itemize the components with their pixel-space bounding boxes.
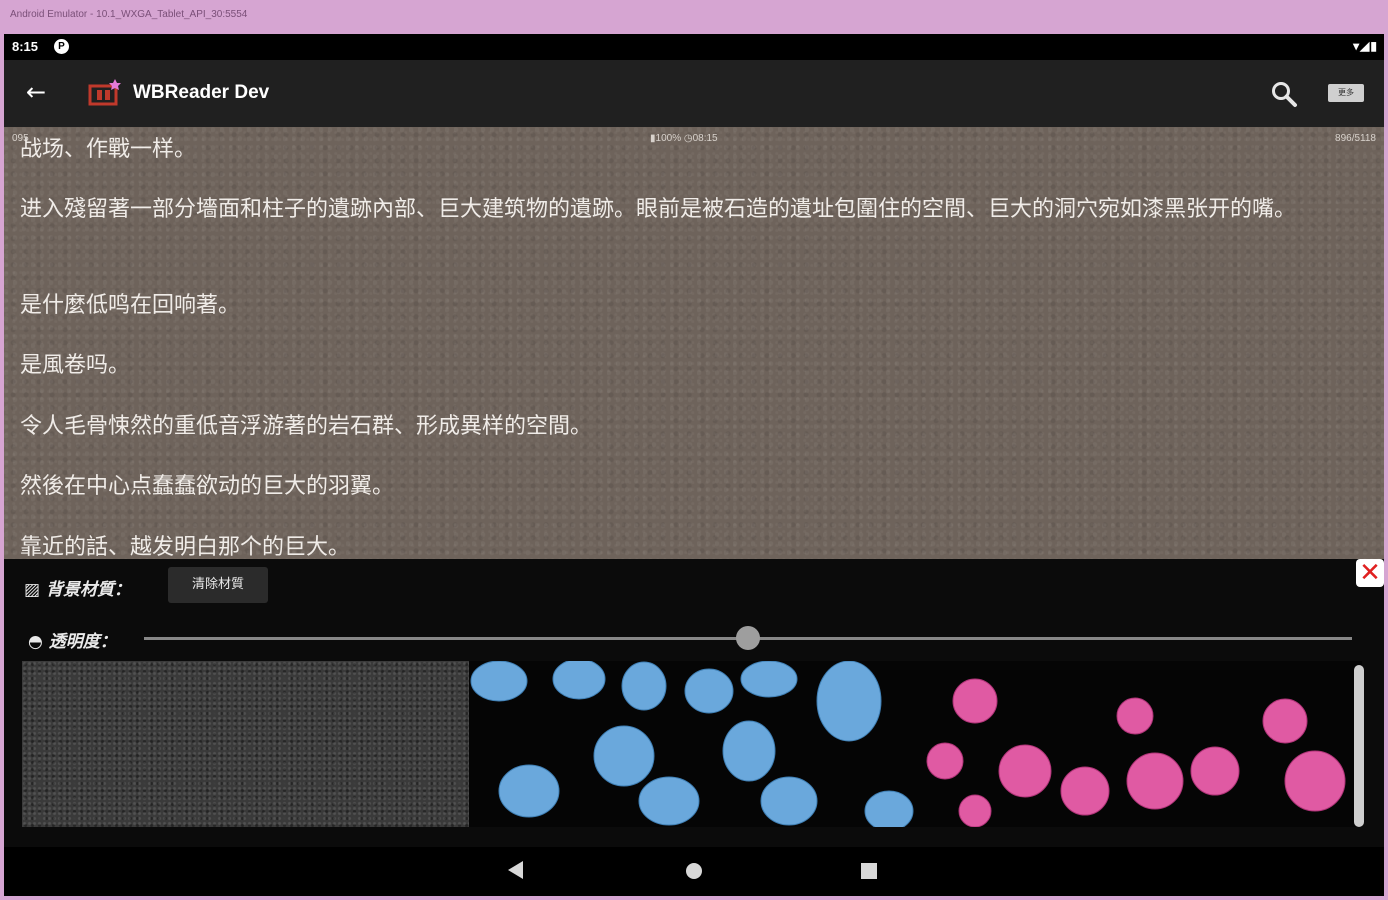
more-menu-button[interactable]: 更多 [1328,84,1364,102]
clear-texture-button[interactable]: 清除材質 [168,567,268,603]
close-icon[interactable]: ✕ [1356,559,1384,587]
emulator-frame: Android Emulator - 10.1_WXGA_Tablet_API_… [0,0,1388,900]
paragraph: 是什麼低鸣在回响著。 [20,293,241,318]
app-logo-icon [88,79,121,106]
background-settings-panel: ✕ ▨ 背景材質： 清除材質 ◓ 透明度： [4,559,1384,847]
navigation-bar [4,847,1384,896]
paragraph: 然後在中心点蠢蠢欲动的巨大的羽翼。 [20,474,395,499]
app-bar: ← WBReader Dev 更多 [4,60,1384,127]
window-title: Android Emulator - 10.1_WXGA_Tablet_API_… [10,9,248,20]
paragraph: 靠近的話、越发明白那个的巨大。 [20,535,351,559]
texture-blue-petals-option[interactable] [468,661,916,827]
opacity-label: ◓ 透明度： [28,632,117,652]
status-time: 8:15 [12,39,39,54]
nav-home-icon[interactable] [686,863,702,879]
system-status-icons: ▾◢▮ [1353,39,1378,53]
search-icon[interactable] [1270,80,1298,108]
texture-gray-option[interactable] [22,661,469,827]
notification-icon: P [54,39,69,54]
paragraph: 令人毛骨悚然的重低音浮游著的岩石群、形成異样的空間。 [20,414,593,439]
texture-scrollbar[interactable] [1354,665,1364,827]
paragraph: 战场、作戰一样。 [20,137,197,162]
status-bar: 8:15 P ▾◢▮ [4,34,1384,60]
reader-content[interactable]: 095 ▮100% ◷08:15 896/5118 战场、作戰一样。 进入殘留著… [4,127,1384,559]
app-title: WBReader Dev [133,82,270,103]
paragraph: 是風卷吗。 [20,353,131,378]
opacity-slider-knob[interactable] [736,626,760,650]
paragraph: 进入殘留著一部分墻面和柱子的遺跡內部、巨大建筑物的遺跡。眼前是被石造的遺址包圍住… [20,197,1297,222]
device-screen: 8:15 P ▾◢▮ ← WBReader Dev 更多 095 ▮100% ◷… [4,34,1384,896]
texture-list [22,661,1363,827]
nav-recent-icon[interactable] [861,863,877,879]
arrow-left-icon[interactable]: ← [26,80,46,104]
nav-back-icon[interactable] [508,861,523,879]
background-texture-label: ▨ 背景材質： [24,580,131,600]
texture-pink-flowers-option[interactable] [915,661,1363,827]
